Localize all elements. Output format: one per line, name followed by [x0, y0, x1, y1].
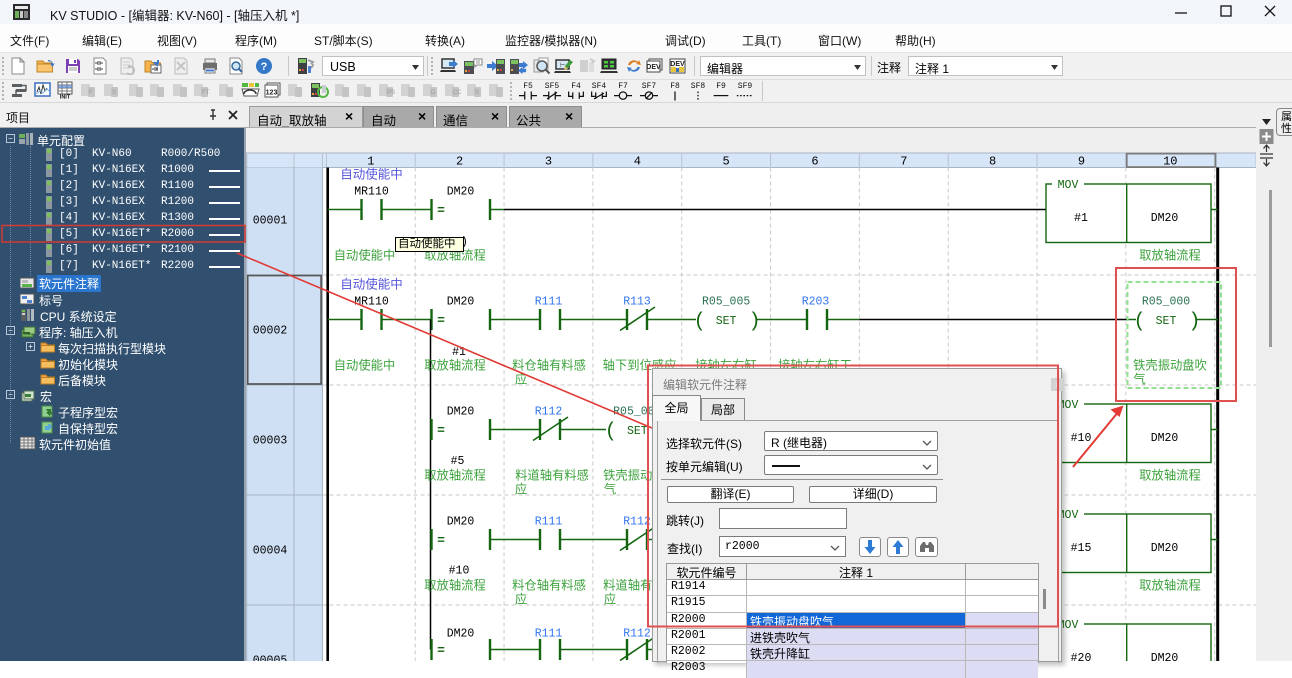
svg-text:DM20: DM20 — [447, 628, 475, 641]
svg-text:#1: #1 — [1074, 212, 1088, 225]
svg-text:R05_000: R05_000 — [1142, 296, 1190, 309]
svg-text:=: = — [437, 203, 445, 218]
svg-text:自动使能中: 自动使能中 — [340, 167, 403, 182]
svg-text:=: = — [437, 313, 445, 328]
svg-text:自动使能中: 自动使能中 — [334, 358, 396, 373]
svg-text:自动使能中: 自动使能中 — [340, 277, 403, 292]
svg-text:(: ( — [694, 311, 706, 334]
svg-text:R203: R203 — [802, 296, 830, 309]
svg-text:#10: #10 — [449, 565, 470, 578]
svg-text:取放轴流程: 取放轴流程 — [424, 358, 486, 373]
svg-text:9: 9 — [1078, 155, 1085, 169]
svg-text:SET: SET — [716, 315, 737, 328]
svg-text:2: 2 — [456, 155, 463, 169]
svg-text:#5: #5 — [451, 455, 465, 468]
svg-text:5: 5 — [723, 155, 730, 169]
svg-text:=: = — [437, 423, 445, 438]
svg-text:SET: SET — [1156, 315, 1177, 328]
svg-text:铁壳振动盘吹: 铁壳振动盘吹 — [1133, 358, 1207, 373]
svg-text:00002: 00002 — [253, 325, 288, 338]
svg-text:料仓轴有料感: 料仓轴有料感 — [512, 358, 586, 373]
svg-text:料仓轴有料感: 料仓轴有料感 — [512, 578, 586, 593]
svg-text:DM20: DM20 — [1151, 652, 1179, 661]
svg-text:DM20: DM20 — [1151, 542, 1179, 555]
svg-text:=: = — [437, 533, 445, 548]
svg-text:取放轴流程: 取放轴流程 — [424, 468, 486, 483]
svg-text:): ) — [749, 311, 761, 334]
svg-text:R111: R111 — [535, 628, 563, 641]
svg-text:00001: 00001 — [253, 215, 288, 228]
svg-text:R05_005: R05_005 — [702, 296, 750, 309]
svg-text:#15: #15 — [1071, 542, 1092, 555]
svg-text:DM20: DM20 — [1151, 432, 1179, 445]
svg-text:(: ( — [1133, 311, 1145, 334]
svg-text:气: 气 — [604, 482, 616, 497]
svg-text:应: 应 — [515, 372, 527, 387]
svg-text:MR110: MR110 — [354, 296, 389, 309]
svg-text:MOV: MOV — [1058, 179, 1079, 192]
svg-text:#10: #10 — [1071, 432, 1092, 445]
svg-text:4: 4 — [634, 155, 641, 169]
svg-text:8: 8 — [989, 155, 996, 169]
svg-text:取放轴流程: 取放轴流程 — [1139, 248, 1201, 263]
svg-text:应: 应 — [515, 482, 527, 497]
svg-text:00004: 00004 — [253, 545, 288, 558]
svg-text:R112: R112 — [623, 628, 651, 641]
svg-text:取放轴流程: 取放轴流程 — [424, 578, 486, 593]
svg-text:00003: 00003 — [253, 435, 288, 448]
svg-text:=: = — [437, 643, 445, 658]
svg-text:DM20: DM20 — [447, 516, 475, 529]
svg-text:): ) — [1188, 311, 1200, 334]
svg-text:#1: #1 — [452, 346, 466, 359]
svg-text:R111: R111 — [535, 296, 563, 309]
svg-text:R111: R111 — [535, 516, 563, 529]
svg-text:MR110: MR110 — [354, 186, 389, 199]
svg-text:应: 应 — [515, 592, 527, 607]
svg-text:取放轴流程: 取放轴流程 — [1139, 468, 1201, 483]
svg-text:取放轴流程: 取放轴流程 — [1139, 578, 1201, 593]
svg-text:气: 气 — [1133, 372, 1145, 387]
svg-text:(: ( — [605, 421, 617, 444]
svg-text:DM20: DM20 — [447, 296, 475, 309]
svg-text:DM20: DM20 — [447, 406, 475, 419]
svg-text:#20: #20 — [1071, 652, 1092, 661]
svg-text:料道轴有料感: 料道轴有料感 — [515, 468, 589, 483]
svg-text:SET: SET — [627, 425, 648, 438]
svg-text:6: 6 — [811, 155, 818, 169]
svg-text:R113: R113 — [623, 296, 651, 309]
svg-text:1: 1 — [367, 155, 374, 169]
svg-text:00005: 00005 — [253, 655, 288, 662]
svg-text:3: 3 — [545, 155, 552, 169]
svg-text:R112: R112 — [535, 406, 563, 419]
svg-text:DM20: DM20 — [1151, 212, 1179, 225]
svg-text:7: 7 — [900, 155, 907, 169]
svg-text:DM20: DM20 — [447, 186, 475, 199]
svg-text:自动使能中: 自动使能中 — [334, 248, 396, 263]
svg-text:应: 应 — [604, 592, 616, 607]
svg-text:R112: R112 — [623, 516, 651, 529]
